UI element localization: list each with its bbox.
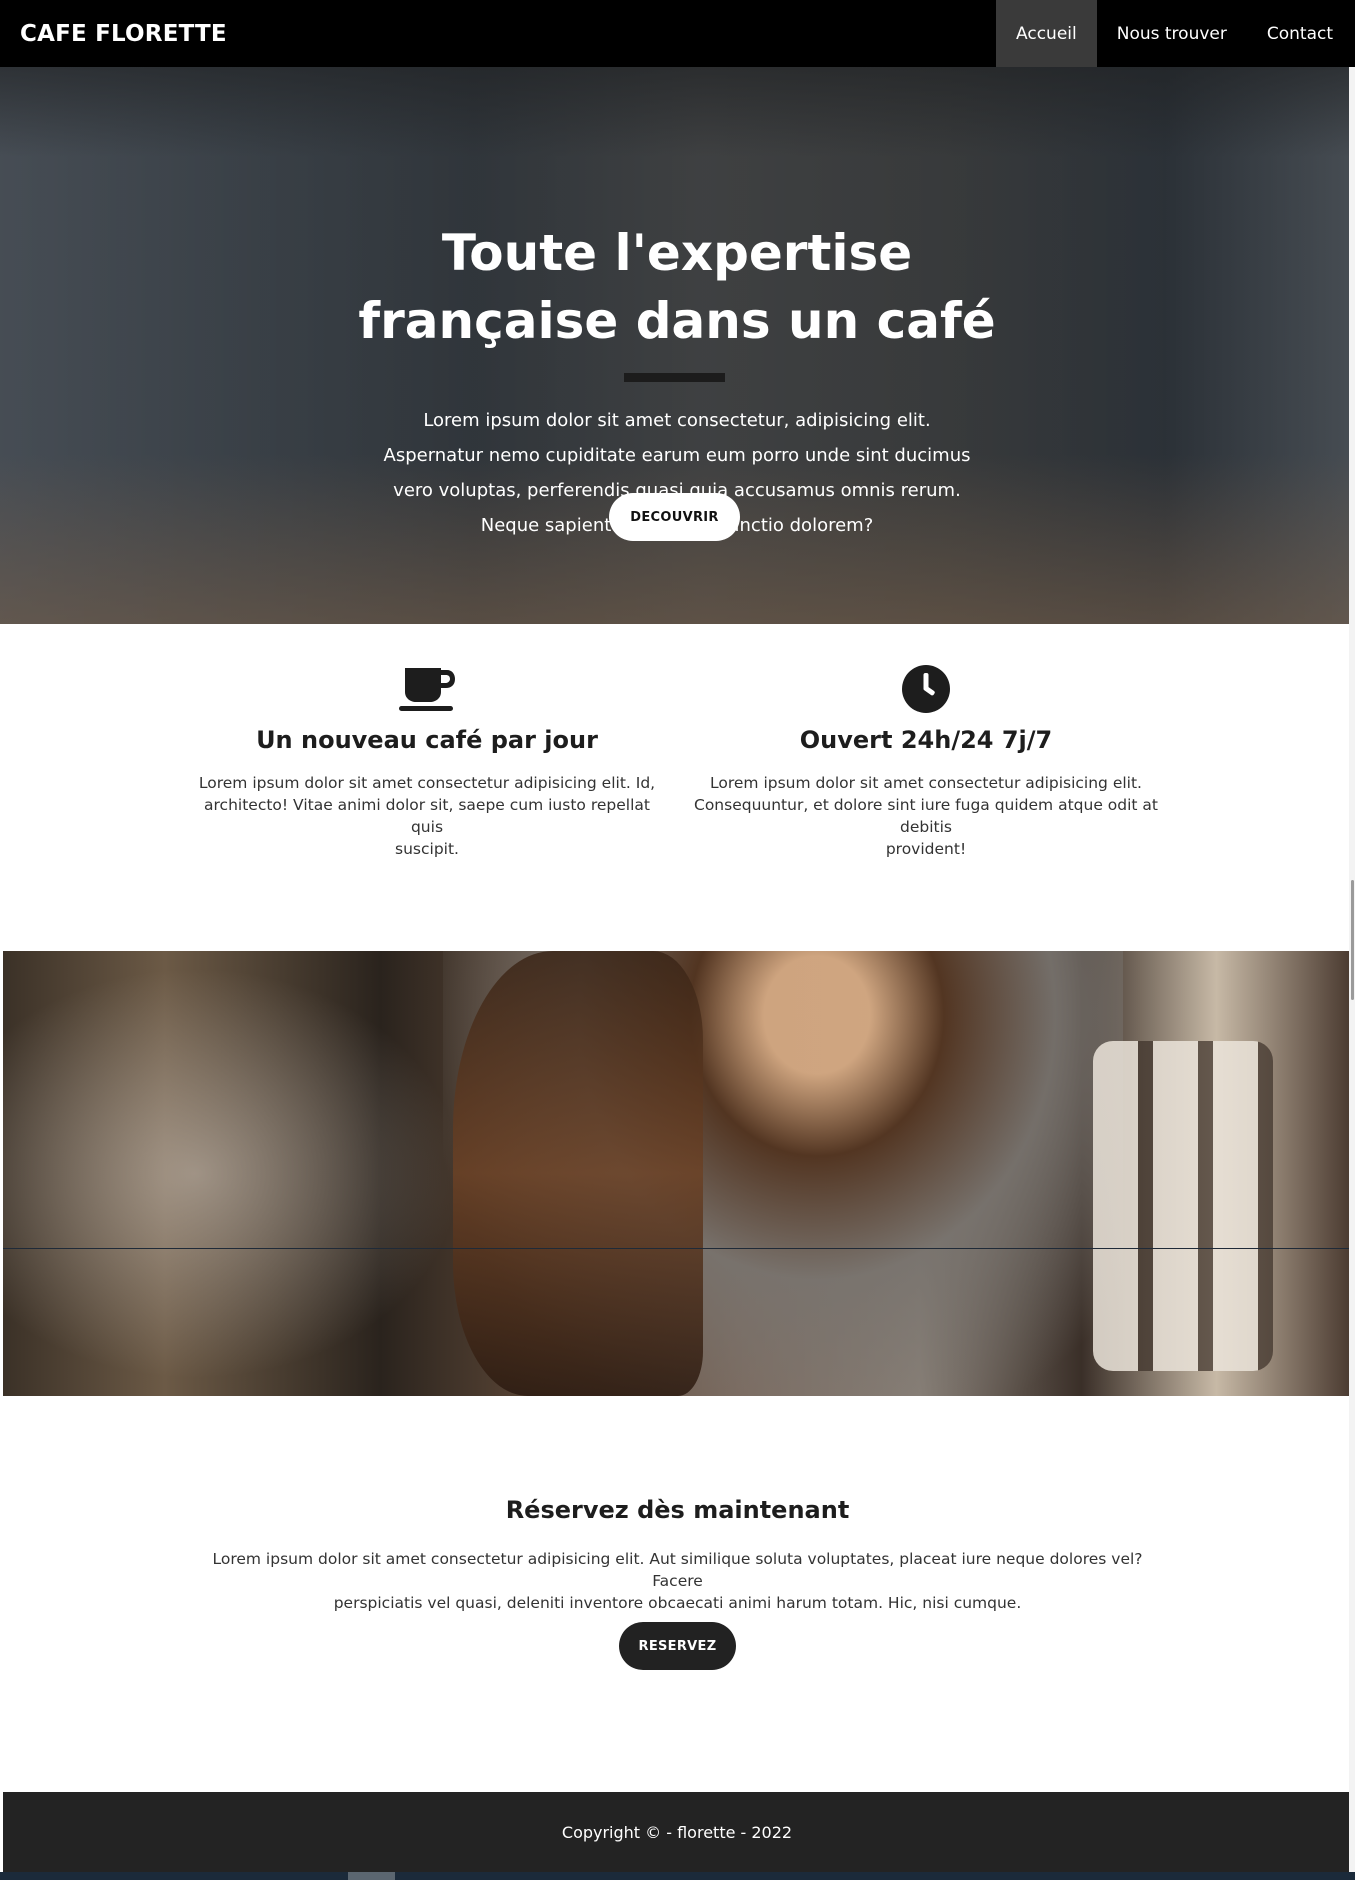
photo-barista-hair [453,951,703,1396]
hero-text-line: Aspernatur nemo cupiditate earum eum por… [383,445,971,466]
feature-text-line: Lorem ipsum dolor sit amet consectetur a… [710,774,1142,792]
feature-text-line: provident! [885,840,967,858]
feature-title: Ouvert 24h/24 7j/7 [799,726,1053,754]
photo-cups [1093,1041,1273,1371]
reservation-title: Réservez dès maintenant [505,1496,850,1524]
nav-link-accueil[interactable]: Accueil [996,0,1097,67]
brand-logo[interactable]: CAFE FLORETTE [20,21,227,47]
reservation-text-line: Lorem ipsum dolor sit amet consectetur a… [212,1550,1143,1590]
footer: Copyright © - florette - 2022 [3,1792,1351,1872]
hero-title-line-1: Toute l'expertise [441,224,913,282]
footer-copyright: Copyright © - florette - 2022 [561,1822,793,1842]
hero-text-line: Lorem ipsum dolor sit amet consectetur, … [423,410,931,431]
horizontal-scrollbar[interactable] [0,1872,1355,1880]
top-navbar: CAFE FLORETTE Accueil Nous trouver Conta… [0,0,1355,67]
nav-link-contact[interactable]: Contact [1247,0,1353,67]
photo-espresso-machine [3,951,483,1396]
nav-link-nous-trouver[interactable]: Nous trouver [1097,0,1247,67]
nav-links: Accueil Nous trouver Contact [996,0,1353,67]
feature-open-hours: Ouvert 24h/24 7j/7 Lorem ipsum dolor sit… [676,664,1176,860]
hero-divider [624,373,725,382]
hero-title: Toute l'expertise française dans un café [327,219,1027,355]
vertical-scrollbar-thumb[interactable] [1351,880,1354,1000]
coffee-cup-icon [399,668,455,711]
horizontal-scrollbar-thumb[interactable] [348,1872,395,1880]
feature-text: Lorem ipsum dolor sit amet consectetur a… [676,772,1176,860]
reservation-text-line: perspiciatis vel quasi, deleniti invento… [333,1594,1022,1612]
reservation-text: Lorem ipsum dolor sit amet consectetur a… [200,1548,1155,1614]
feature-text-line: suscipit. [395,840,459,858]
photo-divider-line [3,1248,1351,1249]
feature-text-line: Lorem ipsum dolor sit amet consectetur a… [198,774,656,792]
clock-icon [902,665,950,713]
decouvrir-button[interactable]: DECOUVRIR [609,493,740,541]
feature-text-line: Consequuntur, et dolore sint iure fuga q… [694,796,1158,836]
barista-photo [3,951,1351,1396]
hero-title-line-2: française dans un café [358,292,996,350]
feature-title: Un nouveau café par jour [256,726,598,754]
feature-new-coffee: Un nouveau café par jour Lorem ipsum dol… [196,664,658,860]
feature-text: Lorem ipsum dolor sit amet consectetur a… [196,772,658,860]
feature-text-line: architecto! Vitae animi dolor sit, saepe… [204,796,650,836]
reservez-button[interactable]: RESERVEZ [619,1622,736,1670]
